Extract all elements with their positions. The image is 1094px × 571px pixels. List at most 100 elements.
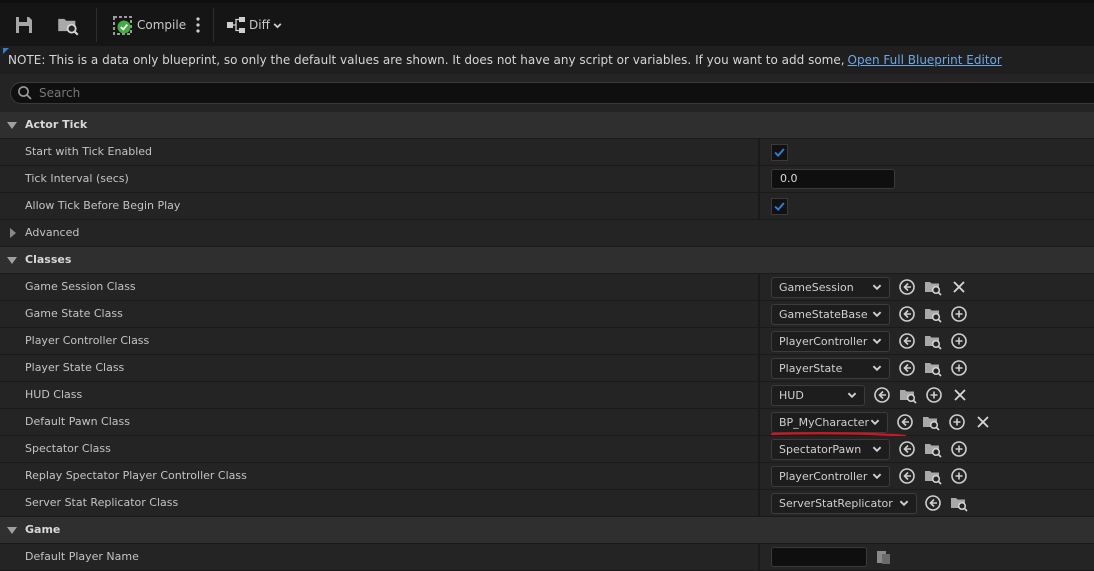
class-picker[interactable]: GameStateBase bbox=[771, 304, 890, 325]
expand-arrow-icon[interactable] bbox=[10, 228, 16, 238]
clear-icon[interactable] bbox=[950, 278, 968, 296]
chevron-down-icon bbox=[871, 443, 883, 455]
use-selected-icon[interactable] bbox=[898, 440, 916, 458]
property-row-tick-interval: Tick Interval (secs) 0.0 bbox=[0, 166, 1094, 193]
browse-asset-icon[interactable] bbox=[899, 386, 917, 404]
column-splitter[interactable] bbox=[758, 301, 760, 327]
create-new-icon[interactable] bbox=[950, 305, 968, 323]
create-new-icon[interactable] bbox=[950, 440, 968, 458]
column-splitter[interactable] bbox=[758, 193, 760, 219]
class-picker[interactable]: PlayerController bbox=[771, 466, 890, 487]
create-new-icon[interactable] bbox=[950, 359, 968, 377]
column-splitter[interactable] bbox=[758, 166, 760, 192]
property-label: Player State Class bbox=[25, 361, 125, 374]
browse-icon bbox=[57, 14, 79, 36]
use-selected-icon[interactable] bbox=[898, 305, 916, 323]
localization-icon[interactable] bbox=[874, 548, 892, 566]
create-new-icon[interactable] bbox=[950, 332, 968, 350]
expand-arrow-icon[interactable] bbox=[7, 257, 17, 264]
chevron-down-icon bbox=[871, 470, 883, 482]
column-splitter[interactable] bbox=[758, 274, 760, 300]
more-options-icon bbox=[196, 17, 200, 33]
advanced-section[interactable]: Advanced bbox=[0, 220, 1094, 247]
column-splitter[interactable] bbox=[758, 463, 760, 489]
create-new-icon[interactable] bbox=[950, 467, 968, 485]
category-classes[interactable]: Classes bbox=[0, 247, 1094, 274]
save-button[interactable] bbox=[14, 11, 34, 39]
class-picker[interactable]: ServerStatReplicator bbox=[771, 493, 917, 514]
property-label: Player Controller Class bbox=[25, 334, 150, 347]
property-label: Tick Interval (secs) bbox=[25, 172, 129, 185]
class-picker[interactable]: GameSession bbox=[771, 277, 890, 298]
expand-arrow-icon[interactable] bbox=[7, 122, 17, 129]
diff-button[interactable]: Diff bbox=[226, 11, 283, 39]
class-picker[interactable]: PlayerState bbox=[771, 358, 890, 379]
property-row-hud: HUD Class HUD bbox=[0, 382, 1094, 409]
search-box[interactable] bbox=[10, 82, 1094, 104]
column-splitter[interactable] bbox=[758, 490, 760, 516]
compile-button[interactable]: Compile bbox=[112, 11, 186, 39]
save-icon bbox=[16, 17, 32, 33]
chevron-down-icon bbox=[846, 389, 858, 401]
toolbar-separator bbox=[213, 8, 214, 42]
category-actor-tick[interactable]: Actor Tick bbox=[0, 112, 1094, 139]
toolbar-separator bbox=[96, 8, 97, 42]
search-input[interactable] bbox=[37, 85, 941, 101]
chevron-down-icon bbox=[871, 335, 883, 347]
use-selected-icon[interactable] bbox=[898, 332, 916, 350]
browse-button[interactable] bbox=[57, 11, 79, 39]
property-label: Game Session Class bbox=[25, 280, 136, 293]
class-picker[interactable]: PlayerController bbox=[771, 331, 890, 352]
clear-icon[interactable] bbox=[951, 386, 969, 404]
checkmark-icon bbox=[772, 145, 787, 160]
browse-asset-icon[interactable] bbox=[950, 494, 968, 512]
compile-icon bbox=[113, 15, 132, 35]
details-panel: Actor Tick Start with Tick Enabled Tick … bbox=[0, 112, 1094, 571]
use-selected-icon[interactable] bbox=[898, 467, 916, 485]
browse-asset-icon[interactable] bbox=[924, 440, 942, 458]
column-splitter[interactable] bbox=[758, 355, 760, 381]
diff-icon bbox=[227, 17, 245, 33]
class-picker[interactable]: SpectatorPawn bbox=[771, 439, 890, 460]
column-splitter[interactable] bbox=[758, 544, 760, 570]
property-row-replay-spectator: Replay Spectator Player Controller Class… bbox=[0, 463, 1094, 490]
class-picker-value: GameSession bbox=[779, 281, 854, 294]
class-picker[interactable]: HUD bbox=[771, 385, 865, 406]
use-selected-icon[interactable] bbox=[898, 278, 916, 296]
chevron-down-icon bbox=[871, 308, 883, 320]
property-label: Start with Tick Enabled bbox=[25, 145, 153, 158]
start-with-tick-checkbox[interactable] bbox=[771, 144, 788, 161]
default-player-name-input[interactable] bbox=[771, 547, 867, 567]
chevron-down-icon bbox=[871, 362, 883, 374]
property-label: Default Player Name bbox=[25, 550, 139, 563]
class-picker-value: ServerStatReplicator bbox=[779, 497, 893, 510]
create-new-icon[interactable] bbox=[925, 386, 943, 404]
expand-arrow-icon[interactable] bbox=[7, 527, 17, 534]
browse-asset-icon[interactable] bbox=[924, 359, 942, 377]
allow-tick-checkbox[interactable] bbox=[771, 198, 788, 215]
category-game[interactable]: Game bbox=[0, 517, 1094, 544]
browse-asset-icon[interactable] bbox=[924, 305, 942, 323]
compile-options-button[interactable] bbox=[195, 11, 201, 39]
tick-interval-input[interactable]: 0.0 bbox=[771, 169, 895, 189]
red-annotation-underline bbox=[770, 432, 907, 438]
column-splitter[interactable] bbox=[758, 382, 760, 408]
column-splitter[interactable] bbox=[758, 328, 760, 354]
column-splitter[interactable] bbox=[758, 436, 760, 462]
class-picker-value: SpectatorPawn bbox=[779, 443, 862, 456]
property-label: Allow Tick Before Begin Play bbox=[25, 199, 181, 212]
class-picker-value: PlayerController bbox=[779, 335, 868, 348]
toolbar: Compile Diff bbox=[0, 0, 1094, 46]
use-selected-icon[interactable] bbox=[898, 359, 916, 377]
class-picker-value: PlayerState bbox=[779, 362, 843, 375]
class-picker-value: GameStateBase bbox=[779, 308, 868, 321]
browse-asset-icon[interactable] bbox=[924, 467, 942, 485]
browse-asset-icon[interactable] bbox=[924, 278, 942, 296]
use-selected-icon[interactable] bbox=[873, 386, 891, 404]
use-selected-icon[interactable] bbox=[924, 494, 942, 512]
open-full-blueprint-editor-link[interactable]: Open Full Blueprint Editor bbox=[848, 53, 1002, 67]
browse-asset-icon[interactable] bbox=[924, 332, 942, 350]
column-splitter[interactable] bbox=[758, 139, 760, 165]
property-row-default-pawn: Default Pawn Class BP_MyCharacter bbox=[0, 409, 1094, 438]
search-icon bbox=[18, 86, 32, 100]
